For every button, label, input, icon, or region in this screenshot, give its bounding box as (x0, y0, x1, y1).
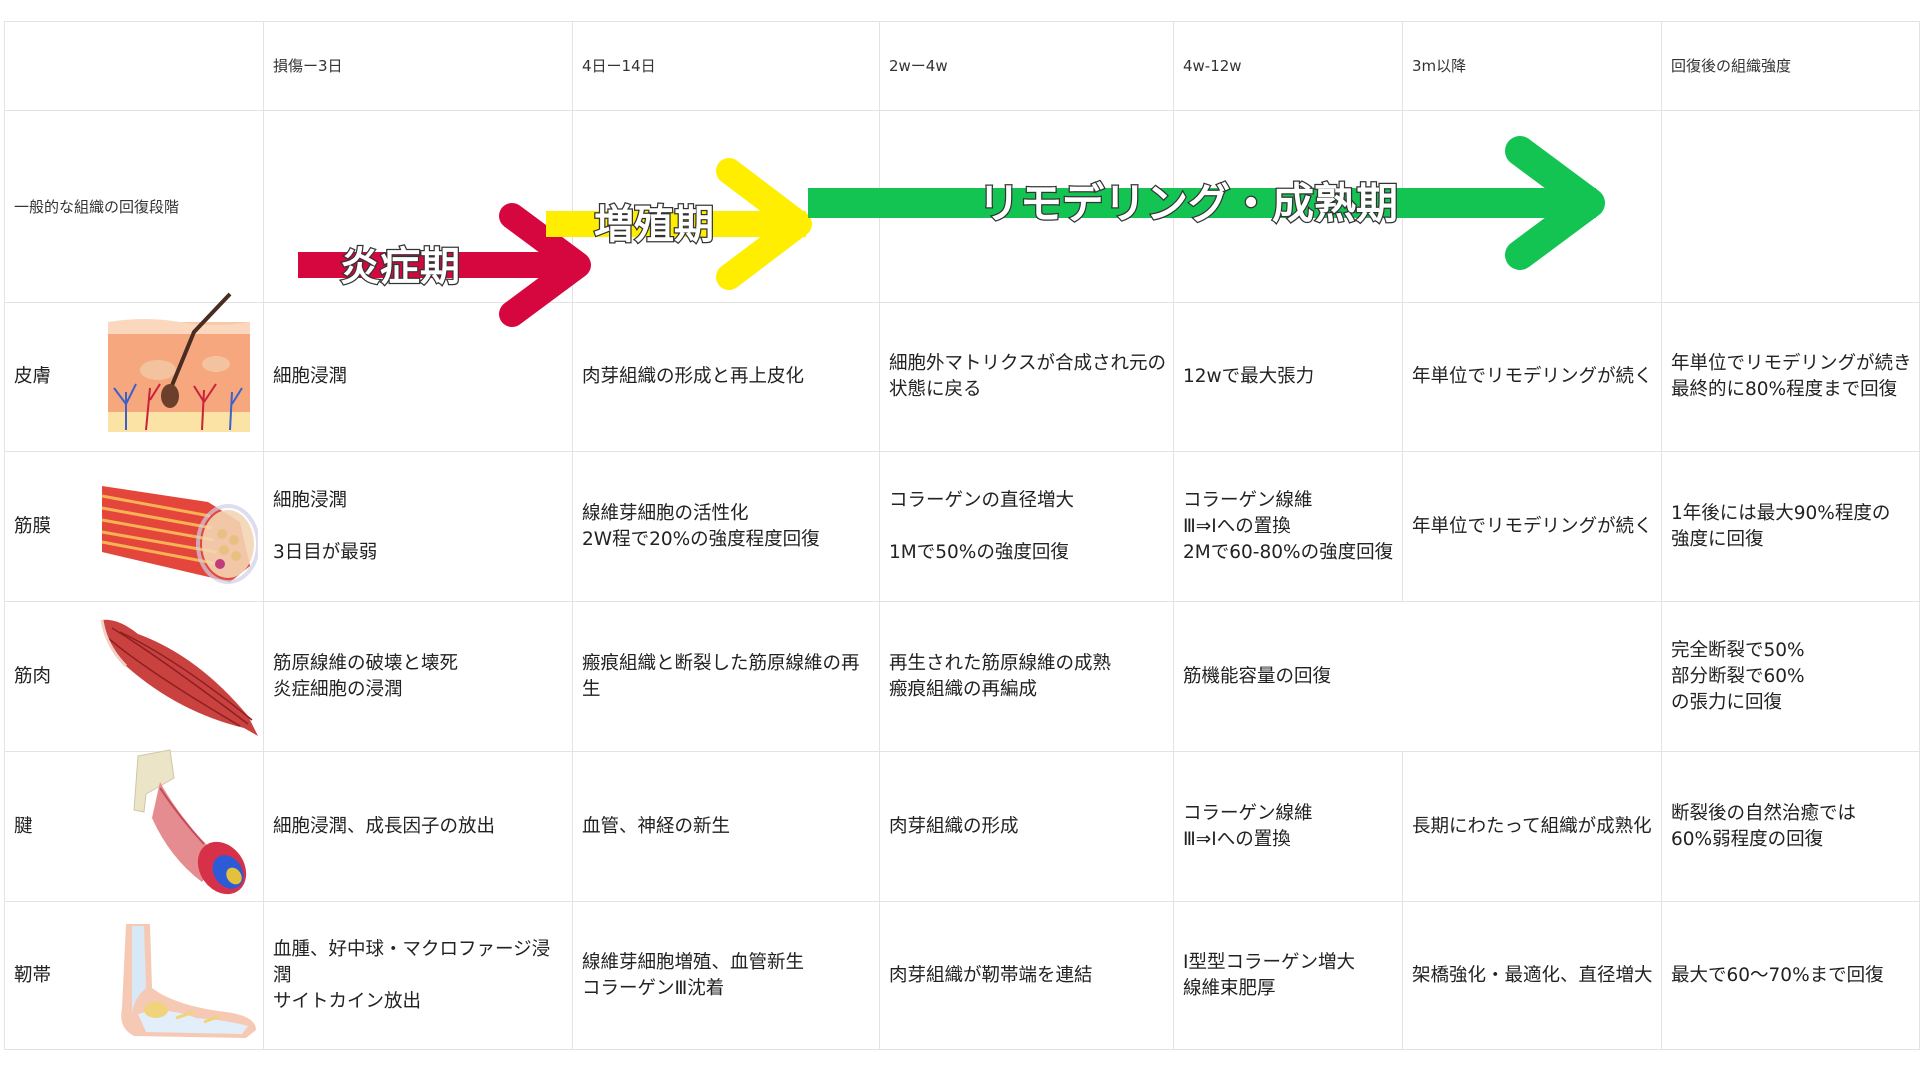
fascia-cell-6: 1年後には最大90%程度の 強度に回復 (1662, 452, 1920, 602)
ligament-icon (121, 924, 256, 1038)
muscle-cell-1: 筋原線維の破壊と壊死 炎症細胞の浸潤 (264, 602, 573, 752)
ligament-cell-4: Ⅰ型型コラーゲン増大 線維束肥厚 (1174, 902, 1403, 1050)
ligament-cell-5: 架橋強化・最適化、直径増大 (1403, 902, 1662, 1050)
muscle-cell-4: 筋機能容量の回復 (1174, 602, 1662, 752)
muscle-cell-2: 瘢痕組織と断裂した筋原線維の再生 (573, 602, 880, 752)
tendon-cell-6: 断裂後の自然治癒では 60%弱程度の回復 (1662, 752, 1920, 902)
ligament-cell-3: 肉芽組織が靭帯端を連結 (880, 902, 1174, 1050)
muscle-icon (100, 619, 258, 736)
tendon-icon (133, 749, 247, 895)
fascia-cell-3: コラーゲンの直径増大 1Mで50%の強度回復 (880, 452, 1174, 602)
phase-label-proliferation: 増殖期 (594, 202, 714, 248)
phase-label-inflammation: 炎症期 (340, 244, 460, 290)
fascia-cell-4: コラーゲン線維 Ⅲ⇒Ⅰへの置換 2Mで60-80%の強度回復 (1174, 452, 1403, 602)
ligament-cell-1: 血腫、好中球・マクロファージ浸潤 サイトカイン放出 (264, 902, 573, 1050)
tendon-cell-1: 細胞浸潤、成長因子の放出 (264, 752, 573, 902)
fascia-cell-1: 細胞浸潤 3日目が最弱 (264, 452, 573, 602)
phase-label-remodeling: リモデリング・成熟期 (978, 179, 1398, 228)
ligament-cell-6: 最大で60〜70%まで回復 (1662, 902, 1920, 1050)
ligament-cell-2: 線維芽細胞増殖、血管新生 コラーゲンⅢ沈着 (573, 902, 880, 1050)
fascia-cell-2: 線維芽細胞の活性化 2W程で20%の強度程度回復 (573, 452, 880, 602)
fascia-cell-5: 年単位でリモデリングが続く (1403, 452, 1662, 602)
tendon-cell-3: 肉芽組織の形成 (880, 752, 1174, 902)
fascia-icon (101, 486, 258, 584)
tendon-cell-5: 長期にわたって組織が成熟化 (1403, 752, 1662, 902)
tendon-cell-2: 血管、神経の新生 (573, 752, 880, 902)
muscle-cell-6: 完全断裂で50% 部分断裂で60% の張力に回復 (1662, 602, 1920, 752)
muscle-cell-3: 再生された筋原線維の成熟 瘢痕組織の再編成 (880, 602, 1174, 752)
tendon-cell-4: コラーゲン線維 Ⅲ⇒Ⅰへの置換 (1174, 752, 1403, 902)
phase-arrows: 炎症期 増殖期 リモデリング・成熟期 (298, 136, 1605, 327)
